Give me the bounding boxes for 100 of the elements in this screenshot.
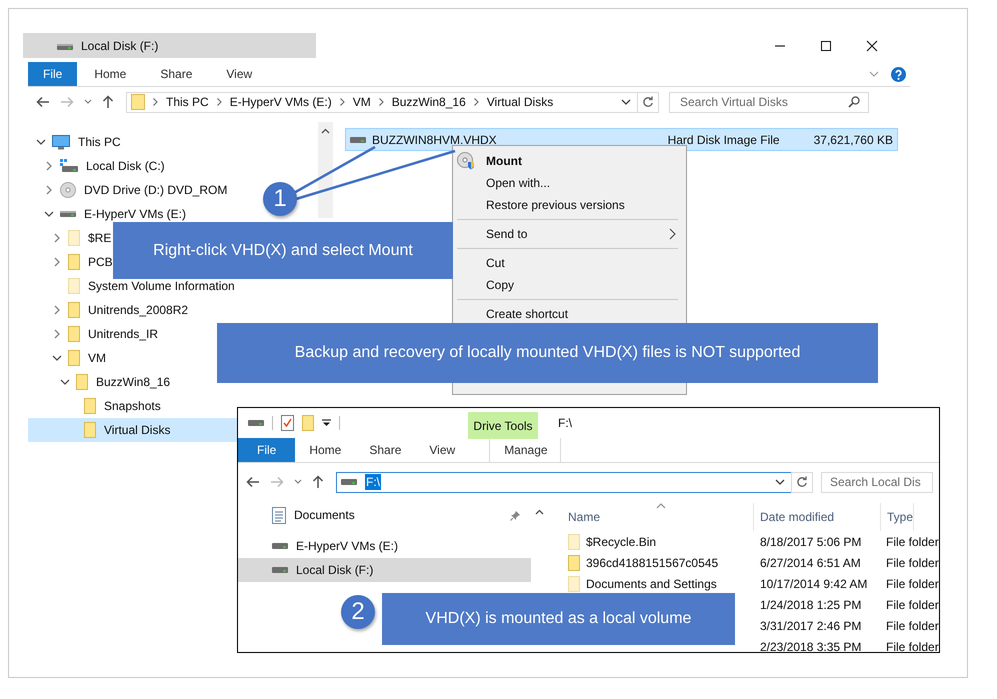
search-input[interactable]: Search Local Dis [828,474,932,490]
tree-item[interactable]: Snapshots [66,398,161,414]
back-arrow-icon[interactable] [246,476,260,488]
maximize-icon[interactable] [820,40,832,52]
ribbon-tab[interactable]: View [209,62,270,86]
ribbon-tab[interactable]: View [415,438,470,462]
date-cell-text: 6/27/2014 6:51 AM [759,556,862,570]
drive-icon [341,478,357,486]
address-field[interactable]: F:\ [336,472,792,492]
address-bar[interactable]: This PC E-HyperV VMs (E:) VM BuzzWin8_16 Virtual Disks [126,92,638,112]
type-cell-text: File folder [885,534,939,548]
search-field[interactable]: Search Virtual Disks [669,92,869,112]
chevron-icon [378,98,384,106]
scrollbar[interactable] [318,122,333,218]
tree-item[interactable]: DVD Drive (D:) DVD_ROM [42,182,228,198]
monitor-icon [52,134,70,150]
search-field[interactable]: Search Local Dis [821,472,933,492]
properties-icon[interactable] [281,415,294,431]
collapsed-chevron-icon[interactable] [54,257,60,267]
file-name[interactable]: 396cd4188151567c0545 [586,556,718,570]
tree-item[interactable]: VM [50,350,106,366]
search-icon [848,96,860,108]
folder-icon [84,398,96,414]
column-header[interactable]: Date modified [754,503,881,531]
menu-item[interactable]: Restore previous versions [453,194,686,216]
dropdown-caret-icon[interactable] [621,99,631,105]
ribbon-tab[interactable]: Home [77,62,144,86]
chevron-icon [153,98,158,106]
tree-item-label: VM [88,351,106,365]
expanded-chevron-icon[interactable] [44,211,54,217]
menu-item[interactable]: Send to [453,223,686,245]
breadcrumb-item[interactable]: This PC [166,95,209,109]
expanded-chevron-icon[interactable] [52,355,62,361]
folder-icon [68,254,80,270]
recent-caret-icon[interactable] [294,479,302,485]
ribbon-tab[interactable]: Home [295,438,356,462]
refresh-button[interactable] [791,472,813,492]
nav-item[interactable]: E-HyperV VMs (E:) [238,534,531,558]
tree-item-label: System Volume Information [88,279,235,293]
customize-caret-icon[interactable] [322,419,331,427]
folder-icon [76,374,88,390]
context-tab-header: Drive Tools [468,412,538,439]
menu-item[interactable]: Cut [453,252,686,274]
folder-icon [68,278,80,294]
help-icon[interactable] [891,66,906,82]
expanded-chevron-icon[interactable] [60,379,70,385]
menu-item[interactable]: Create shortcut [453,303,686,325]
file-size: 37,621,760 KB [814,132,893,146]
up-arrow-icon[interactable] [102,95,114,109]
ribbon-tab[interactable]: Manage [489,438,562,462]
tree-item[interactable]: This PC [34,134,121,150]
column-header[interactable]: Name [562,503,754,531]
expanded-chevron-icon[interactable] [36,139,46,145]
collapsed-chevron-icon[interactable] [46,185,52,195]
tree-item[interactable]: $RE [50,230,112,246]
back-arrow-icon[interactable] [36,96,50,108]
column-header[interactable]: Type [881,503,914,531]
nav-item[interactable]: Local Disk (F:) [238,558,531,582]
collapsed-chevron-icon[interactable] [46,161,52,171]
dropdown-caret-icon[interactable] [775,479,785,485]
breadcrumb-item[interactable]: Virtual Disks [486,95,554,109]
tree-item[interactable]: Unitrends_IR [50,326,158,342]
tree-item[interactable]: BuzzWin8_16 [58,374,170,390]
breadcrumb-item[interactable]: E-HyperV VMs (E:) [230,95,332,109]
scroll-up-icon[interactable] [535,509,544,515]
drive-icon [272,566,288,574]
menu-item[interactable]: Mount [453,150,686,172]
type-cell-text: File folder [885,576,939,590]
up-arrow-icon[interactable] [312,475,324,489]
type-cell-text: File folder [885,618,939,632]
menu-item[interactable]: Copy [453,274,686,296]
tree-item[interactable]: Unitrends_2008R2 [50,302,188,318]
expand-ribbon-icon[interactable] [869,71,879,77]
drive-icon [272,542,288,550]
file-name[interactable]: $Recycle.Bin [586,534,656,548]
tree-item[interactable]: PCB [50,254,113,270]
tree-item[interactable]: Local Disk (C:) [42,158,165,174]
nav-item[interactable]: Documents [238,503,531,527]
tree-item[interactable]: E-HyperV VMs (E:) [42,206,186,222]
tree-item[interactable]: System Volume Information [50,278,235,294]
recent-caret-icon[interactable] [84,99,92,105]
collapsed-chevron-icon[interactable] [54,329,60,339]
type-cell-text: File folder [885,640,939,654]
breadcrumb-item[interactable]: VM [352,95,371,109]
step-number-badge: 1 [263,182,297,216]
scroll-up-icon[interactable] [321,128,330,134]
file-name[interactable]: Documents and Settings [586,576,717,590]
collapsed-chevron-icon[interactable] [54,233,60,243]
folder-icon [568,554,580,570]
refresh-button[interactable] [637,92,659,112]
ribbon-tab[interactable]: Share [355,438,416,462]
ribbon-tab[interactable]: Share [143,62,210,86]
search-input[interactable]: Search Virtual Disks [678,94,848,110]
disc-shield-icon [457,152,475,170]
breadcrumb-item[interactable]: BuzzWin8_16 [392,95,466,109]
close-icon[interactable] [866,40,878,52]
menu-item[interactable]: Open with... [453,172,686,194]
collapsed-chevron-icon[interactable] [54,305,60,315]
ribbon-tab[interactable]: File [238,438,296,462]
callout-box: VHD(X) is mounted as a local volume [382,593,735,645]
